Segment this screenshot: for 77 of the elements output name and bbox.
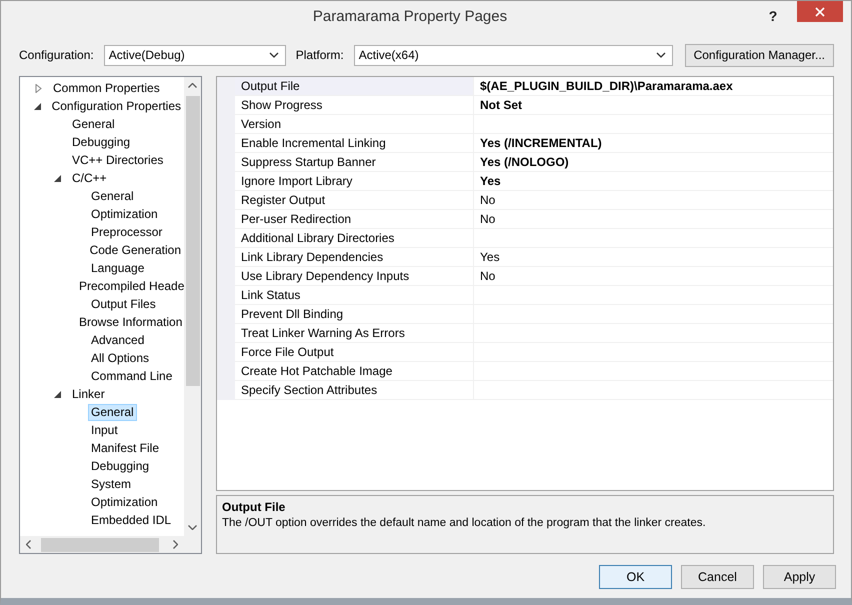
property-value[interactable]: Not Set [474,96,833,115]
scroll-up-icon [188,83,197,88]
property-name[interactable]: Use Library Dependency Inputs [235,267,474,286]
description-title: Output File [222,499,286,515]
tree-item[interactable]: Debugging [69,134,134,150]
tree-item[interactable]: VC++ Directories [69,152,166,168]
close-button[interactable] [797,1,843,22]
property-name[interactable]: Create Hot Patchable Image [235,362,474,381]
property-value[interactable]: Yes (/NOLOGO) [474,153,833,172]
vertical-scrollbar[interactable] [184,77,201,536]
property-name[interactable]: Suppress Startup Banner [235,153,474,172]
configuration-label: Configuration: [19,48,94,62]
tree-item[interactable]: Command Line [88,368,176,384]
scroll-left-icon [26,540,31,549]
tree-item[interactable]: C/C++ [69,170,110,186]
collapsed-arrow-icon[interactable] [34,84,42,92]
property-value[interactable]: Yes [474,248,833,267]
property-value[interactable]: $(AE_PLUGIN_BUILD_DIR)\Paramarama.aex [474,77,833,96]
expanded-arrow-icon[interactable] [34,102,41,110]
property-name[interactable]: Register Output [235,191,474,210]
scroll-right-icon [173,540,178,549]
configuration-dropdown[interactable]: Active(Debug) [104,44,286,66]
tree-item[interactable]: Input [88,422,121,438]
tree-item[interactable]: Optimization [88,494,161,510]
property-name[interactable]: Ignore Import Library [235,172,474,191]
tree-item[interactable]: General [69,116,118,132]
tree-item[interactable]: Debugging [88,458,152,474]
property-name[interactable]: Treat Linker Warning As Errors [235,324,474,343]
property-value[interactable]: No [474,210,833,229]
tree-item[interactable]: Precompiled Heade [76,278,184,294]
tree-item[interactable]: Output Files [88,296,159,312]
property-value[interactable]: Yes [474,172,833,191]
property-name[interactable]: Prevent Dll Binding [235,305,474,324]
caret-icon [268,52,279,58]
tree-item[interactable]: General [88,188,137,204]
tree-item[interactable]: Code Generation [86,242,184,258]
help-button[interactable]: ? [759,8,787,24]
property-name[interactable]: Version [235,115,474,134]
tree-item[interactable]: Common Properties [50,80,163,96]
expanded-arrow-icon[interactable] [54,174,60,182]
property-name[interactable]: Enable Incremental Linking [235,134,474,153]
platform-label: Platform: [296,48,344,62]
property-value[interactable]: Yes (/INCREMENTAL) [474,134,833,153]
dialog-button[interactable]: Cancel [681,565,754,589]
property-name[interactable]: Link Status [235,286,474,305]
description-text: The /OUT option overrides the default name and location of the program that the linker creates. [222,516,707,531]
tree-item[interactable]: System [88,476,134,492]
window-title: Paramarama Property Pages [312,8,508,24]
property-name[interactable]: Per-user Redirection [235,210,474,229]
property-name[interactable]: Specify Section Attributes [235,381,474,400]
property-name[interactable]: Output File [235,77,474,96]
tree-item[interactable]: Advanced [88,332,148,348]
property-value[interactable]: No [474,191,833,210]
configuration-manager-button[interactable]: Configuration Manager... [684,44,834,66]
horizontal-scrollbar[interactable] [20,536,184,553]
tree-item[interactable]: Language [88,260,148,276]
tree-item[interactable]: Linker [69,386,108,402]
expanded-arrow-icon[interactable] [54,390,60,398]
tree-item[interactable]: Manifest File [88,440,162,456]
property-name[interactable]: Link Library Dependencies [235,248,474,267]
property-name[interactable]: Show Progress [235,96,474,115]
caret-icon [656,52,666,58]
property-name[interactable]: Force File Output [235,343,474,362]
close-icon [815,6,825,16]
tree-item[interactable]: Configuration Properties [48,98,184,114]
property-name[interactable]: Additional Library Directories [235,229,474,248]
tree-item[interactable]: Embedded IDL [88,512,174,528]
property-value[interactable]: No [474,267,833,286]
tree-item[interactable]: Browse Information [76,314,184,330]
scroll-down-icon [188,525,197,530]
platform-dropdown[interactable]: Active(x64) [354,44,673,66]
tree-item[interactable]: General [88,404,137,420]
tree-item[interactable]: Optimization [88,206,161,222]
dialog-button[interactable]: OK [599,565,672,589]
dialog-button[interactable]: Apply [763,565,836,589]
tree-item[interactable]: All Options [88,350,152,366]
tree-item[interactable]: Preprocessor [88,224,166,240]
